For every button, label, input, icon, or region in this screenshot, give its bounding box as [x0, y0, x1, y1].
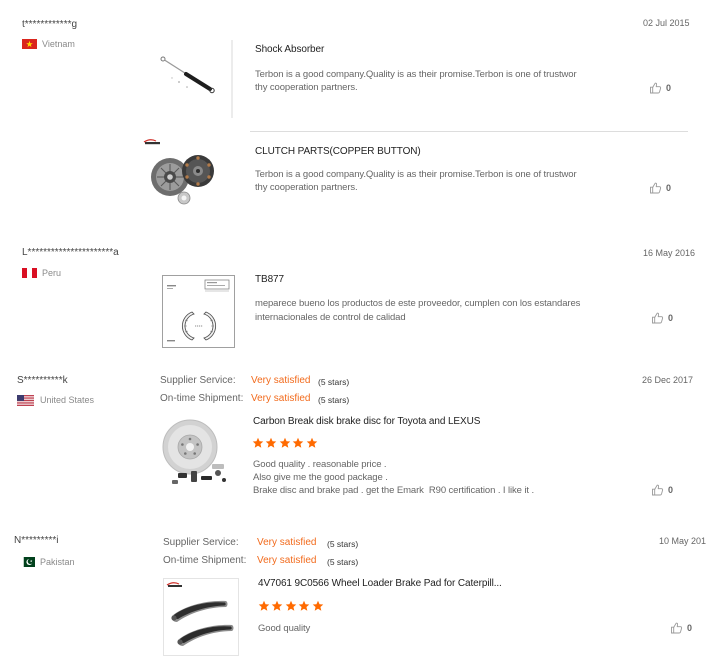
- review-text-line: Good quality: [258, 623, 311, 634]
- star-icon: [279, 437, 291, 449]
- review-date: 16 May 2016: [643, 248, 696, 258]
- star-icon: [312, 600, 324, 612]
- thumbs-up-icon[interactable]: [649, 82, 662, 94]
- product-title-link[interactable]: 4V7061 9C0566 Wheel Loader Brake Pad for…: [258, 578, 502, 590]
- product-rating-stars: [252, 436, 318, 449]
- like-count: 0: [666, 183, 672, 193]
- review-text-line: thy cooperation partners.: [255, 82, 358, 93]
- shipment-value: Very satisfied: [251, 393, 311, 404]
- reviewer-country: United States: [40, 395, 95, 405]
- review-text-line: thy cooperation partners.: [255, 182, 358, 193]
- like-button[interactable]: 0: [670, 622, 692, 634]
- image-divider: [231, 40, 233, 118]
- peru-flag-icon: [22, 268, 37, 278]
- vietnam-flag-icon: [22, 39, 37, 49]
- review-date: 26 Dec 2017: [642, 375, 694, 385]
- product-rating-stars: [258, 599, 324, 612]
- reviewer-country: Vietnam: [42, 39, 75, 49]
- review-text-line: Also give me the good package .: [253, 472, 388, 483]
- star-icon: [292, 437, 304, 449]
- shock-absorber-image[interactable]: [158, 50, 222, 96]
- like-count: 0: [668, 485, 674, 495]
- shipment-value: Very satisfied: [257, 555, 317, 566]
- star-icon: [271, 600, 283, 612]
- reviewer-country: Peru: [42, 268, 62, 278]
- brake-pad-image[interactable]: [163, 578, 239, 656]
- thumbs-up-icon[interactable]: [649, 182, 662, 194]
- product-divider: [250, 131, 688, 132]
- review-text-line: Good quality . reasonable price .: [253, 459, 387, 470]
- supplier-reviews-page: t************g Vietnam 02 Jul 2015 Shock…: [0, 0, 720, 663]
- pakistan-flag-icon: [20, 557, 35, 567]
- star-icon: [265, 437, 277, 449]
- product-title-link[interactable]: Carbon Break disk brake disc for Toyota …: [253, 416, 480, 428]
- reviewer-name: L**********************a: [22, 247, 119, 258]
- shipment-label: On-time Shipment:: [160, 393, 244, 404]
- like-count: 0: [687, 623, 693, 633]
- star-icon: [285, 600, 297, 612]
- review-text-line: internacionales de control de calidad: [255, 312, 406, 323]
- product-title-link[interactable]: Shock Absorber: [255, 44, 324, 56]
- like-button[interactable]: 0: [649, 82, 671, 94]
- review-text-line: Terbon is a good company.Quality is as t…: [255, 169, 577, 180]
- united-states-flag-icon: [17, 395, 34, 406]
- like-button[interactable]: 0: [651, 312, 673, 324]
- like-count: 0: [668, 313, 674, 323]
- star-icon: [258, 600, 270, 612]
- star-icon: [306, 437, 318, 449]
- thumbs-up-icon[interactable]: [651, 484, 664, 496]
- review-text-line: Brake disc and brake pad . get the Emark…: [253, 485, 535, 496]
- supplier-service-stars: (5 stars): [327, 539, 359, 549]
- clutch-parts-image[interactable]: [142, 137, 217, 207]
- product-title-link[interactable]: TB877: [255, 274, 284, 286]
- supplier-service-label: Supplier Service:: [163, 537, 239, 548]
- reviewer-country: Pakistan: [40, 557, 75, 567]
- star-icon: [298, 600, 310, 612]
- product-title-link[interactable]: CLUTCH PARTS(COPPER BUTTON): [255, 146, 421, 158]
- brake-disc-image[interactable]: [160, 416, 234, 490]
- review-text-line: meparece bueno los productos de este pro…: [255, 298, 581, 309]
- brake-shoe-drawing-image[interactable]: [162, 275, 235, 348]
- reviewer-name: S**********k: [17, 375, 68, 386]
- supplier-service-stars: (5 stars): [318, 377, 350, 387]
- shipment-stars: (5 stars): [318, 395, 350, 405]
- review-date: 10 May 201: [659, 536, 707, 546]
- shipment-label: On-time Shipment:: [163, 555, 247, 566]
- thumbs-up-icon[interactable]: [651, 312, 664, 324]
- like-button[interactable]: 0: [649, 182, 671, 194]
- reviewer-name: N*********i: [14, 535, 59, 546]
- review-date: 02 Jul 2015: [643, 18, 690, 28]
- like-button[interactable]: 0: [651, 484, 673, 496]
- like-count: 0: [666, 83, 672, 93]
- thumbs-up-icon[interactable]: [670, 622, 683, 634]
- supplier-service-value: Very satisfied: [257, 537, 317, 548]
- review-text-line: Terbon is a good company.Quality is as t…: [255, 69, 577, 80]
- reviewer-name: t************g: [22, 19, 78, 30]
- star-icon: [252, 437, 264, 449]
- supplier-service-value: Very satisfied: [251, 375, 311, 386]
- shipment-stars: (5 stars): [327, 557, 359, 567]
- supplier-service-label: Supplier Service:: [160, 375, 236, 386]
